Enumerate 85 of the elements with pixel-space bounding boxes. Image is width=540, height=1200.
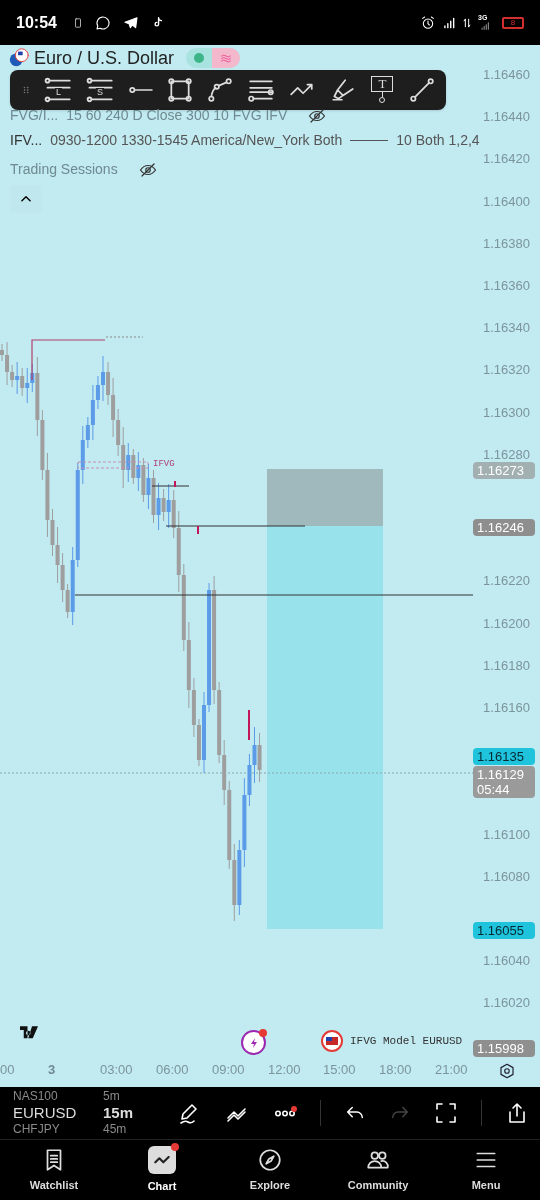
symbol-title: Euro / U.S. Dollar xyxy=(34,47,175,68)
indicator-params: 10 Both 1,2,4 xyxy=(396,131,480,150)
paper-plane-icon xyxy=(122,14,139,31)
time-label: 12:00 xyxy=(268,1063,301,1076)
price-label: 1.16200 xyxy=(483,616,530,630)
indicator-params: 0930-1200 1330-1545 America/New_York Both xyxy=(50,131,343,150)
time-label: 15:00 xyxy=(323,1063,356,1076)
time-label: 18:00 xyxy=(379,1063,412,1076)
settings-icon[interactable] xyxy=(498,1062,516,1080)
fullscreen-icon[interactable] xyxy=(433,1101,458,1125)
symbol-option: NAS100 xyxy=(13,1090,103,1103)
price-label: 1.16280 xyxy=(483,447,530,461)
script-label: IFVG Model EURUSD xyxy=(350,1033,463,1049)
price-label: 1.16020 xyxy=(483,996,530,1010)
price-badge: 1.16135 xyxy=(473,748,535,765)
interval-option: 15m xyxy=(103,1103,134,1123)
battery-level: 8 xyxy=(502,16,524,29)
marker xyxy=(197,526,199,534)
time-label: 06:00 xyxy=(156,1063,189,1076)
short-position-tool[interactable]: S xyxy=(86,76,115,104)
price-label: 1.16420 xyxy=(483,152,530,166)
signal-icon xyxy=(478,21,492,31)
horizontal-line[interactable] xyxy=(151,485,190,487)
time-label: 00 xyxy=(0,1063,15,1076)
price-label: 1.16180 xyxy=(483,658,530,672)
fib-tool-icon[interactable] xyxy=(246,77,275,103)
price-label: 1.16040 xyxy=(483,954,530,968)
lines-icon xyxy=(44,76,73,104)
lightning-button[interactable] xyxy=(241,1030,266,1055)
price-label: 1.16440 xyxy=(483,110,530,124)
more-icon xyxy=(272,1109,297,1117)
marker xyxy=(174,481,176,487)
time-label: 03:00 xyxy=(100,1063,133,1076)
price-label: 1.16080 xyxy=(483,869,530,883)
highlighter-tool-icon[interactable] xyxy=(329,77,356,103)
signal-icon xyxy=(442,15,456,30)
text-tool[interactable]: T xyxy=(369,76,396,104)
fvg-zone xyxy=(77,461,149,469)
nav-tab[interactable]: Community xyxy=(324,1140,432,1200)
rectangle-tool-icon[interactable] xyxy=(167,77,194,103)
price-label: 1.16360 xyxy=(483,279,530,292)
flag-icon xyxy=(320,1029,344,1053)
compass-icon xyxy=(257,1146,283,1173)
curve-tool-icon[interactable] xyxy=(206,77,233,103)
trend-line-icon xyxy=(154,1155,170,1164)
price-label: 1.16300 xyxy=(483,405,530,419)
lines-icon xyxy=(86,76,115,104)
time-label: 3 xyxy=(48,1063,56,1076)
price-badge: 1.16129 05:44 xyxy=(473,766,535,798)
price-label: 1.16160 xyxy=(483,701,530,714)
indicator-name: Trading Sessions xyxy=(10,160,118,179)
time-label: 09:00 xyxy=(212,1063,245,1076)
dotted-line xyxy=(105,336,144,338)
price-label: 1.16380 xyxy=(483,236,530,250)
indicator-params: 15 60 240 D Close 300 10 FVG IFV xyxy=(66,106,288,125)
price-label: 1.16460 xyxy=(483,68,530,81)
nav-tab[interactable]: Chart xyxy=(108,1140,216,1200)
long-position-tool[interactable]: L xyxy=(44,76,73,104)
nav-tab[interactable]: Explore xyxy=(216,1140,324,1200)
chat-app-icon xyxy=(94,14,111,31)
interval-option: 45m xyxy=(103,1123,127,1136)
price-label: 1.16100 xyxy=(483,827,530,841)
price-label: 1.16220 xyxy=(483,574,530,588)
price-badge: 1.16273 xyxy=(473,462,535,479)
price-label: 1.16340 xyxy=(483,321,530,335)
trendline-tool-icon[interactable] xyxy=(409,77,436,103)
time-label: 21:00 xyxy=(435,1063,468,1076)
price-badge: 1.16055 xyxy=(473,922,535,939)
alarm-icon xyxy=(420,14,436,31)
nav-tab[interactable]: Watchlist xyxy=(0,1140,108,1200)
chart-label: IFVG xyxy=(153,458,175,471)
marker xyxy=(248,710,250,740)
price-badge: 1.16246 xyxy=(473,519,535,536)
indicator-name: FVG/I... xyxy=(10,106,59,125)
interval-option: 5m xyxy=(103,1090,120,1103)
price-label: 1.16320 xyxy=(483,363,530,377)
flag-icon xyxy=(8,46,30,69)
symbol-option: CHFJPY xyxy=(13,1123,103,1136)
symbol-option: EURUSD xyxy=(13,1103,103,1123)
nav-tab[interactable]: Menu xyxy=(432,1140,540,1200)
price-badge: 1.15998 xyxy=(473,1040,535,1057)
wave-icon xyxy=(219,51,234,64)
clock-time: 10:54 xyxy=(16,12,57,33)
price-label: 1.16400 xyxy=(483,194,530,208)
indicator-name: IFV... xyxy=(10,131,43,150)
